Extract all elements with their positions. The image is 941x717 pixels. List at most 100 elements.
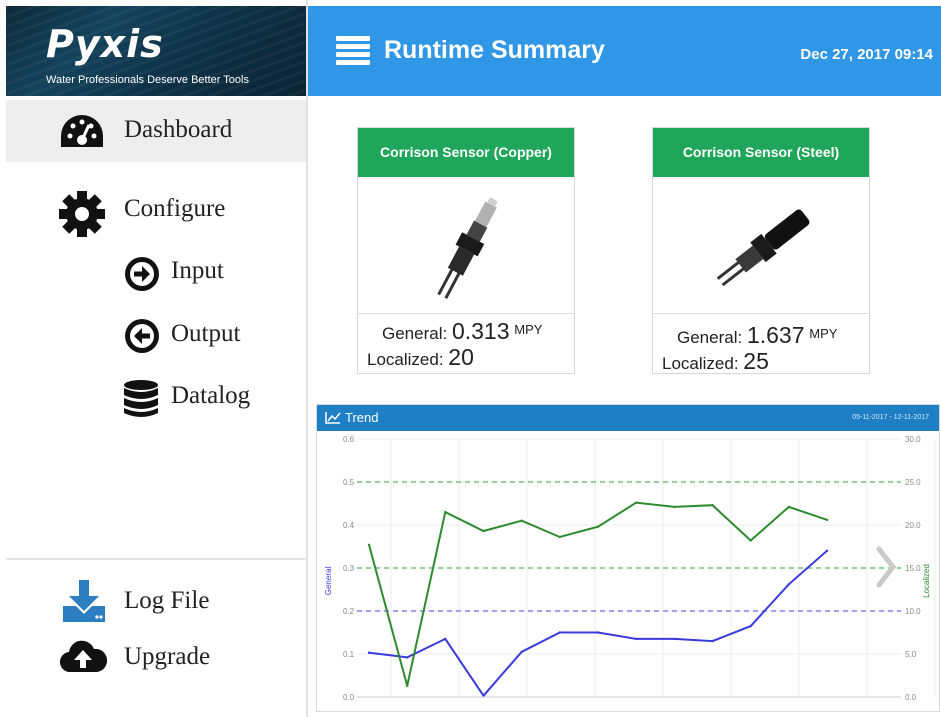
y-right-tick-label: 20.0 xyxy=(905,521,921,530)
series-point-general xyxy=(520,650,523,654)
y-left-tick-label: 0.4 xyxy=(343,521,355,530)
series-point-general xyxy=(673,637,676,641)
dashboard-gauge-icon xyxy=(59,113,105,149)
series-line-general xyxy=(368,550,828,698)
y-right-tick-label: 30.0 xyxy=(905,435,921,444)
series-point-localized xyxy=(596,525,600,528)
general-value: 1.637 xyxy=(746,322,805,348)
sidebar-item-dashboard[interactable]: Dashboard xyxy=(6,100,306,162)
series-point-general xyxy=(749,624,752,628)
brand-banner: Pyxis Water Professionals Deserve Better… xyxy=(6,6,306,96)
cloud-upload-icon xyxy=(59,638,107,674)
sidebar-divider xyxy=(6,558,306,560)
sensor-card-steel[interactable]: Corrison Sensor (Steel) General: 1.637 M… xyxy=(652,127,870,374)
series-point-general xyxy=(787,583,791,586)
sidebar: Pyxis Water Professionals Deserve Better… xyxy=(0,0,308,717)
sidebar-item-configure[interactable]: Configure xyxy=(6,182,306,238)
series-line-localized xyxy=(368,501,828,687)
sensor-image xyxy=(398,194,538,309)
line-chart-icon xyxy=(325,411,341,429)
hamburger-menu-icon[interactable] xyxy=(336,36,370,66)
sidebar-item-upgrade[interactable]: Upgrade xyxy=(6,634,306,680)
localized-reading: Localized: 25 xyxy=(662,348,878,375)
series-point-localized xyxy=(787,505,791,509)
card-title: Corrison Sensor (Copper) xyxy=(358,128,574,177)
trend-title: Trend xyxy=(345,410,379,425)
localized-value: 20 xyxy=(448,344,474,370)
series-point-general xyxy=(711,639,714,643)
sidebar-item-label: Datalog xyxy=(171,382,251,409)
series-point-general xyxy=(444,637,447,641)
database-icon xyxy=(122,379,160,419)
sidebar-item-input[interactable]: Input xyxy=(6,248,306,294)
sidebar-item-label: Log File xyxy=(124,587,210,614)
series-point-general xyxy=(825,549,829,552)
general-unit: MPY xyxy=(514,322,543,337)
series-point-localized xyxy=(673,505,676,509)
localized-label: Localized: xyxy=(662,354,739,373)
y-right-tick-label: 10.0 xyxy=(905,607,921,616)
trend-header: Trend 05-11-2017 - 12-11-2017 xyxy=(317,405,939,431)
arrow-circle-left-icon xyxy=(124,318,160,354)
download-tray-icon xyxy=(61,580,107,622)
series-point-localized xyxy=(520,519,523,522)
y-left-tick-label: 0.6 xyxy=(343,435,355,444)
header-datetime: Dec 27, 2017 09:14 xyxy=(800,46,933,63)
series-point-localized xyxy=(711,504,714,507)
general-label: General: xyxy=(382,324,448,343)
localized-label: Localized: xyxy=(367,350,444,369)
y-right-tick-label: 0.0 xyxy=(905,693,917,702)
series-point-localized xyxy=(405,684,409,688)
y-left-tick-label: 0.2 xyxy=(343,607,355,616)
sidebar-item-label: Input xyxy=(171,257,224,284)
gear-icon xyxy=(58,190,106,238)
series-point-general xyxy=(558,631,562,634)
brand-logo: Pyxis xyxy=(46,22,164,66)
general-unit: MPY xyxy=(809,326,838,341)
sidebar-item-datalog[interactable]: Datalog xyxy=(6,374,306,420)
trend-date-range: 05-11-2017 - 12-11-2017 xyxy=(852,414,929,421)
trend-panel: Trend 05-11-2017 - 12-11-2017 0.0 0.1 0.2 0… xyxy=(316,404,940,712)
general-reading: General: 0.313 MPY xyxy=(382,318,598,345)
sidebar-item-log-file[interactable]: Log File xyxy=(6,578,306,624)
series-point-localized xyxy=(444,510,447,514)
general-label: General: xyxy=(677,328,743,347)
sidebar-item-label: Dashboard xyxy=(124,116,233,143)
y-right-tick-label: 5.0 xyxy=(905,650,917,659)
y-right-tick-label: 15.0 xyxy=(905,564,921,573)
page-title: Runtime Summary xyxy=(384,36,605,64)
series-point-localized xyxy=(482,529,485,533)
series-point-general xyxy=(367,651,371,654)
sidebar-item-label: Output xyxy=(171,320,241,347)
series-point-localized xyxy=(825,518,829,522)
card-divider xyxy=(358,313,574,314)
series-point-localized xyxy=(749,539,752,542)
y-left-tick-label: 0.0 xyxy=(343,693,355,702)
general-reading: General: 1.637 MPY xyxy=(677,322,893,349)
y-left-axis-label: General xyxy=(324,567,333,596)
series-point-localized xyxy=(558,535,562,539)
series-point-localized xyxy=(634,501,638,504)
sensor-image xyxy=(693,194,833,309)
y-left-tick-label: 0.3 xyxy=(343,564,355,573)
series-point-general xyxy=(405,656,409,659)
series-point-general xyxy=(634,637,638,641)
chevron-right-icon[interactable] xyxy=(876,546,897,588)
y-right-axis-label: Localized xyxy=(922,564,931,598)
card-divider xyxy=(653,313,869,314)
y-right-tick-label: 25.0 xyxy=(905,478,921,487)
top-header: Runtime Summary Dec 27, 2017 09:14 xyxy=(308,6,941,96)
trend-chart: 0.0 0.1 0.2 0.3 0.4 0.5 0.6 0.0 5.0 10.0 15.0 20.0 2… xyxy=(324,435,936,702)
card-title: Corrison Sensor (Steel) xyxy=(653,128,869,177)
y-left-tick-label: 0.1 xyxy=(343,650,355,659)
y-left-tick-label: 0.5 xyxy=(343,478,355,487)
sidebar-item-output[interactable]: Output xyxy=(6,312,306,358)
sidebar-item-label: Configure xyxy=(124,195,226,222)
localized-reading: Localized: 20 xyxy=(367,344,583,371)
localized-value: 25 xyxy=(743,348,769,374)
general-value: 0.313 xyxy=(451,318,510,344)
arrow-circle-right-icon xyxy=(124,256,160,292)
brand-tagline: Water Professionals Deserve Better Tools xyxy=(46,74,249,86)
sensor-card-copper[interactable]: Corrison Sensor (Copper) General: 0.313 … xyxy=(357,127,575,374)
series-point-localized xyxy=(367,543,371,546)
